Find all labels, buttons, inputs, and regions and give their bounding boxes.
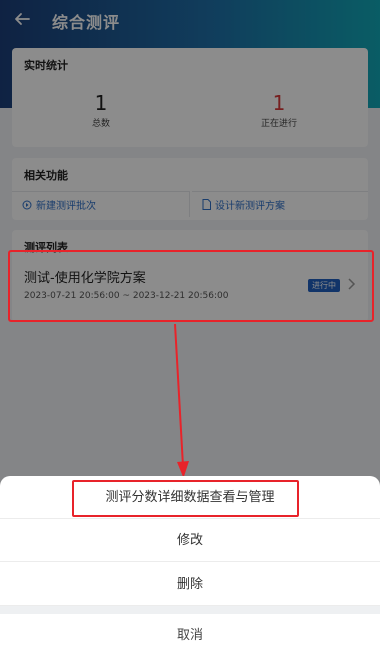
annotation-highlight-action: [72, 480, 299, 517]
action-cancel[interactable]: 取消: [0, 614, 380, 656]
annotation-highlight-list-item: [8, 250, 374, 322]
action-delete[interactable]: 删除: [0, 563, 380, 606]
action-edit[interactable]: 修改: [0, 519, 380, 562]
sheet-divider: [0, 606, 380, 614]
